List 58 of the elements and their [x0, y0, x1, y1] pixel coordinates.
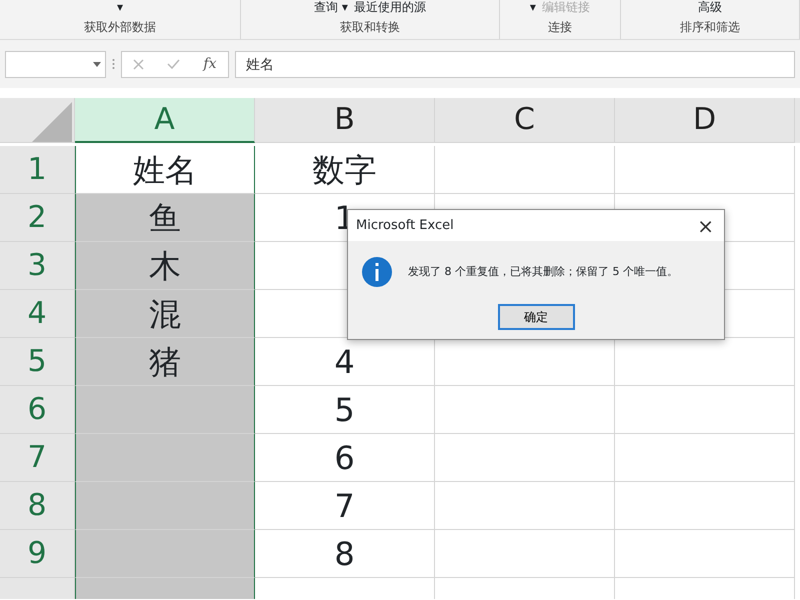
table-cell[interactable]: 混	[75, 290, 255, 338]
ribbon-group-label: 获取外部数据	[84, 19, 156, 36]
cell-text: 数字	[312, 154, 376, 186]
row-header[interactable]: 1	[0, 146, 75, 194]
row-header[interactable]: 4	[0, 290, 75, 338]
formula-input[interactable]: 姓名	[235, 50, 795, 78]
ribbon-group-label: 获取和转换	[340, 19, 400, 36]
table-cell[interactable]: 猪	[75, 338, 255, 386]
row-header[interactable]: 2	[0, 194, 75, 242]
ok-button[interactable]: 确定	[498, 304, 574, 330]
table-cell[interactable]	[75, 482, 255, 530]
cell-text: 姓名	[133, 154, 197, 186]
dropdown-arrow-icon[interactable]	[93, 62, 101, 66]
cell-text: 猪	[149, 346, 181, 378]
ribbon-group-label: 排序和筛选	[680, 19, 740, 36]
cell-text: 5	[334, 394, 355, 426]
ribbon-command[interactable]: ▾	[117, 1, 124, 14]
row-header[interactable]: 5	[0, 338, 75, 386]
column-header[interactable]: B	[255, 98, 435, 143]
table-cell[interactable]	[75, 386, 255, 434]
column-header[interactable]: A	[75, 98, 255, 143]
table-cell[interactable]: 6	[255, 434, 435, 482]
ribbon-command[interactable]: ▾	[530, 1, 536, 14]
row-header[interactable]: 3	[0, 242, 75, 290]
table-cell[interactable]: 8	[255, 530, 435, 578]
cell-text: 8	[334, 538, 355, 570]
table-cell[interactable]: 数字	[255, 146, 435, 194]
cell-text: 鱼	[149, 202, 181, 234]
column-header[interactable]: C	[435, 98, 615, 143]
row-header[interactable]: 9	[0, 530, 75, 578]
insert-function-button[interactable]: fx	[203, 54, 216, 74]
row-header[interactable]: 8	[0, 482, 75, 530]
info-icon	[362, 257, 392, 287]
check-icon[interactable]	[167, 59, 180, 69]
ribbon-command[interactable]: 查询 ▾	[314, 1, 348, 14]
table-cell[interactable]	[75, 530, 255, 578]
cell-text: 7	[334, 490, 355, 522]
ribbon-group-label: 连接	[548, 19, 572, 36]
cell-text: 混	[149, 298, 181, 330]
column-header[interactable]: D	[615, 98, 795, 143]
ribbon-command[interactable]: 高级	[698, 1, 722, 14]
table-cell[interactable]: 木	[75, 242, 255, 290]
table-cell[interactable]: 鱼	[75, 194, 255, 242]
table-cell[interactable]: 姓名	[75, 146, 255, 194]
ribbon-command[interactable]: 最近使用的源	[354, 1, 426, 14]
table-cell[interactable]	[75, 434, 255, 482]
cell-text: 4	[334, 346, 355, 378]
row-header[interactable]: 6	[0, 386, 75, 434]
table-cell[interactable]: 7	[255, 482, 435, 530]
table-cell[interactable]: 5	[255, 386, 435, 434]
close-button[interactable]: ×	[695, 216, 716, 236]
select-all-corner[interactable]	[0, 98, 75, 143]
cell-text: 木	[149, 250, 181, 282]
grip-icon	[112, 58, 115, 70]
row-header[interactable]: 7	[0, 434, 75, 482]
cancel-icon[interactable]	[133, 58, 144, 70]
dialog-message: 发现了 8 个重复值，已将其删除；保留了 5 个唯一值。	[408, 264, 678, 280]
cell-text: 6	[334, 442, 355, 474]
